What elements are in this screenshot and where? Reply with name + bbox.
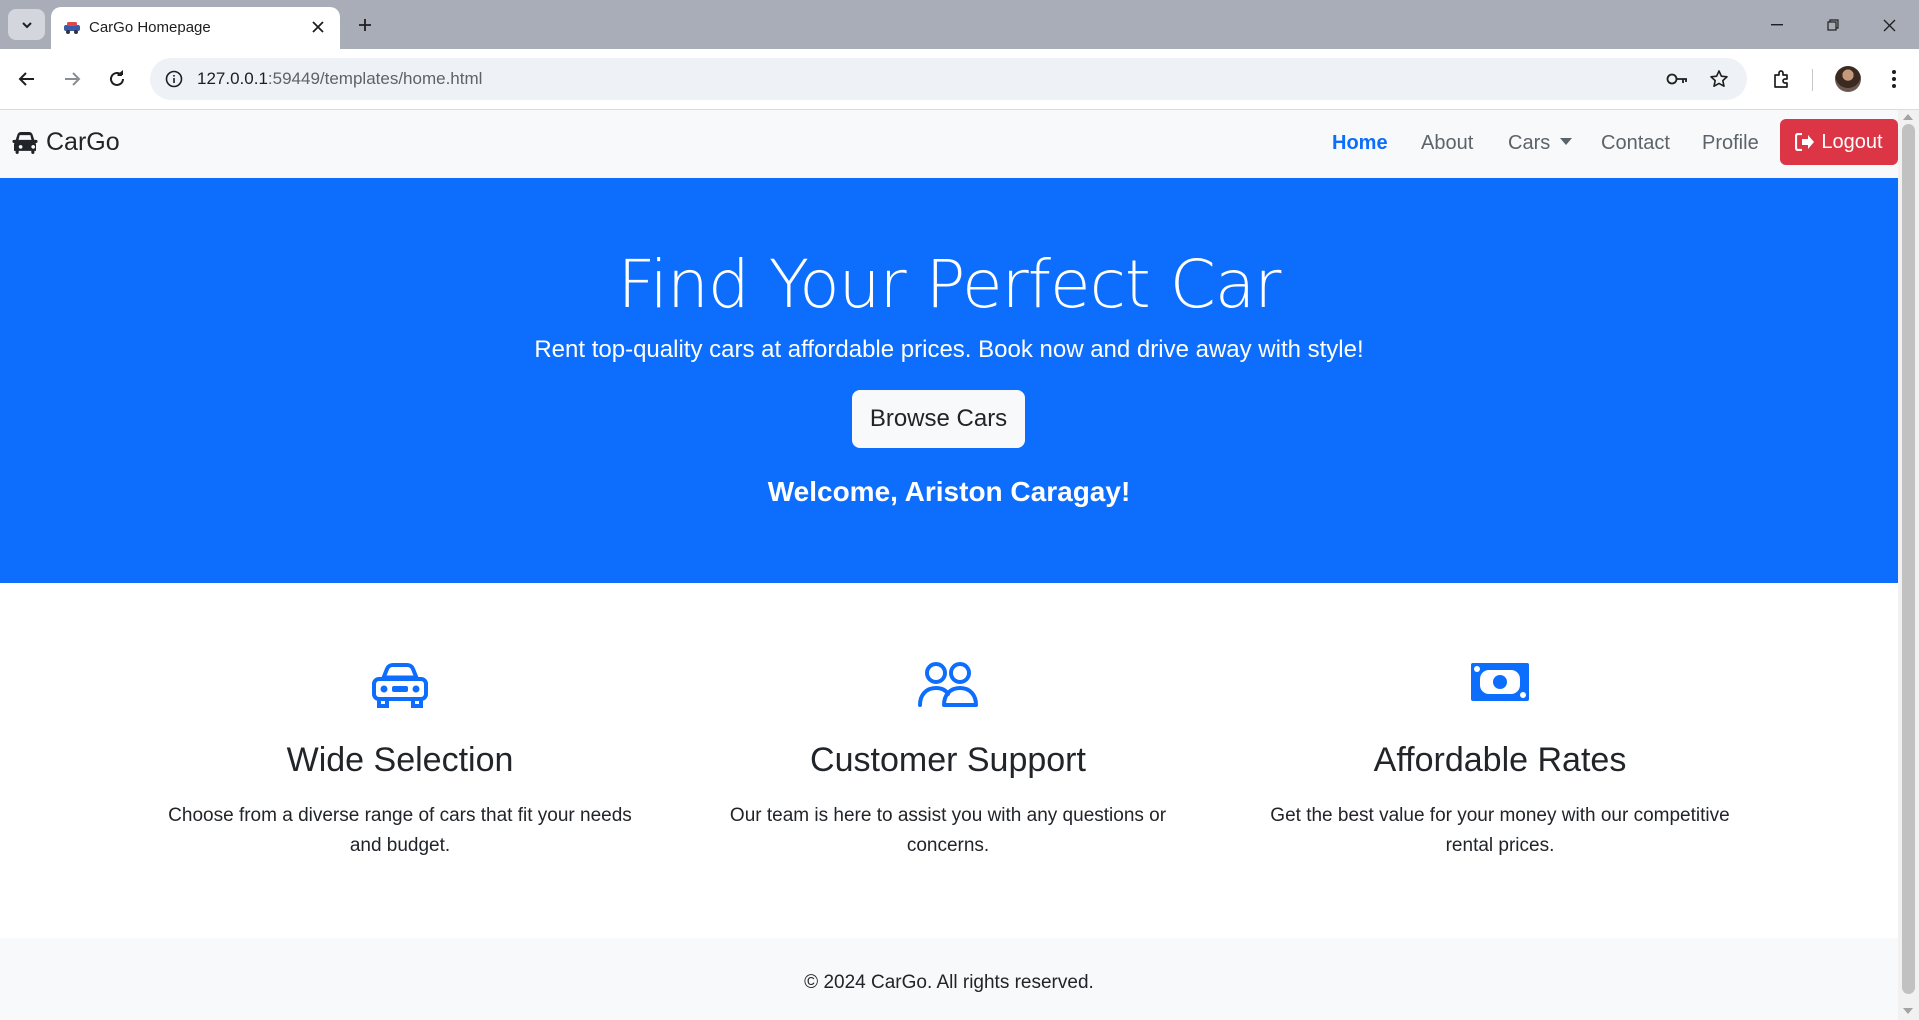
hero-title: Find Your Perfect Car	[617, 246, 1282, 323]
feature-title: Affordable Rates	[1373, 741, 1627, 779]
nav-cars-dropdown[interactable]: Cars	[1508, 132, 1573, 155]
page-viewport: CarGo Home About Cars Contact Profile Lo…	[0, 110, 1898, 1020]
key-icon	[1666, 73, 1687, 85]
car-front-icon	[12, 131, 38, 154]
feature-title: Customer Support	[810, 741, 1086, 779]
browser-menu-button[interactable]	[1877, 62, 1911, 96]
features-section: Wide Selection Choose from a diverse ran…	[0, 583, 1898, 933]
car-front-icon	[372, 663, 428, 708]
url-text[interactable]: 127.0.0.1:59449/templates/home.html	[197, 69, 482, 89]
toolbar-separator	[1812, 69, 1813, 91]
logout-label: Logout	[1821, 130, 1883, 153]
star-icon	[1710, 70, 1728, 87]
bookmark-button[interactable]	[1706, 66, 1732, 92]
url-host: 127.0.0.1	[197, 69, 268, 88]
browse-cars-button[interactable]: Browse Cars	[852, 390, 1025, 448]
reload-button[interactable]	[100, 62, 134, 96]
scroll-down-arrow-icon[interactable]	[1903, 1008, 1913, 1014]
password-key-button[interactable]	[1664, 66, 1690, 92]
site-info-button[interactable]	[160, 65, 188, 93]
info-icon	[165, 70, 183, 88]
brand-name: CarGo	[46, 128, 120, 156]
arrow-right-icon	[65, 72, 81, 86]
close-icon	[312, 21, 324, 33]
hero-subtitle: Rent top-quality cars at affordable pric…	[534, 336, 1364, 363]
forward-button[interactable]	[55, 62, 89, 96]
feature-text: Get the best value for your money with o…	[1270, 805, 1730, 856]
browser-toolbar: 127.0.0.1:59449/templates/home.html	[0, 49, 1919, 110]
new-tab-button[interactable]	[352, 12, 378, 38]
puzzle-icon	[1774, 70, 1788, 88]
chevron-down-icon	[21, 21, 32, 28]
restore-button[interactable]	[1810, 10, 1856, 40]
nav-cars-label: Cars	[1508, 132, 1551, 154]
close-icon	[1883, 19, 1895, 31]
more-vertical-icon	[1892, 70, 1896, 88]
extensions-button[interactable]	[1765, 62, 1799, 96]
feature-text: Choose from a diverse range of cars that…	[168, 805, 632, 856]
browser-tabstrip: CarGo Homepage	[0, 0, 1919, 49]
tab-title: CarGo Homepage	[89, 19, 211, 36]
reload-icon	[110, 70, 124, 86]
cash-icon	[1471, 663, 1529, 701]
plus-icon	[359, 19, 371, 31]
minimize-icon	[1771, 24, 1783, 26]
scroll-up-arrow-icon[interactable]	[1903, 114, 1913, 120]
nav-about[interactable]: About	[1421, 132, 1473, 155]
feature-text: Our team is here to assist you with any …	[729, 805, 1167, 856]
logout-button[interactable]: Logout	[1780, 119, 1898, 165]
site-navbar: CarGo Home About Cars Contact Profile Lo…	[0, 110, 1898, 178]
feature-title: Wide Selection	[286, 741, 514, 779]
nav-contact[interactable]: Contact	[1601, 132, 1670, 155]
logout-icon	[1795, 133, 1815, 151]
address-bar[interactable]: 127.0.0.1:59449/templates/home.html	[150, 58, 1747, 100]
site-footer: © 2024 CarGo. All rights reserved.	[0, 938, 1898, 1020]
window-close-button[interactable]	[1866, 10, 1912, 40]
arrow-left-icon	[18, 72, 34, 86]
tab-close-button[interactable]	[308, 17, 328, 37]
avatar	[1835, 66, 1861, 92]
nav-profile[interactable]: Profile	[1702, 132, 1759, 155]
people-icon	[918, 662, 978, 707]
tab-search-button[interactable]	[8, 9, 45, 40]
profile-button[interactable]	[1831, 62, 1865, 96]
footer-copyright: © 2024 CarGo. All rights reserved.	[804, 972, 1094, 993]
browser-tab-active[interactable]: CarGo Homepage	[51, 7, 340, 49]
back-button[interactable]	[10, 62, 44, 96]
brand-link[interactable]: CarGo	[12, 128, 120, 157]
scroll-thumb[interactable]	[1902, 124, 1915, 994]
nav-home[interactable]: Home	[1332, 132, 1388, 155]
minimize-button[interactable]	[1754, 10, 1800, 40]
site-favicon-icon	[64, 22, 80, 34]
page-scrollbar[interactable]	[1898, 110, 1919, 1020]
hero-section: Find Your Perfect Car Rent top-quality c…	[0, 178, 1898, 583]
url-path: :59449/templates/home.html	[267, 69, 483, 88]
caret-down-icon	[1560, 138, 1573, 145]
restore-icon	[1827, 19, 1839, 31]
welcome-message: Welcome, Ariston Caragay!	[767, 476, 1131, 507]
